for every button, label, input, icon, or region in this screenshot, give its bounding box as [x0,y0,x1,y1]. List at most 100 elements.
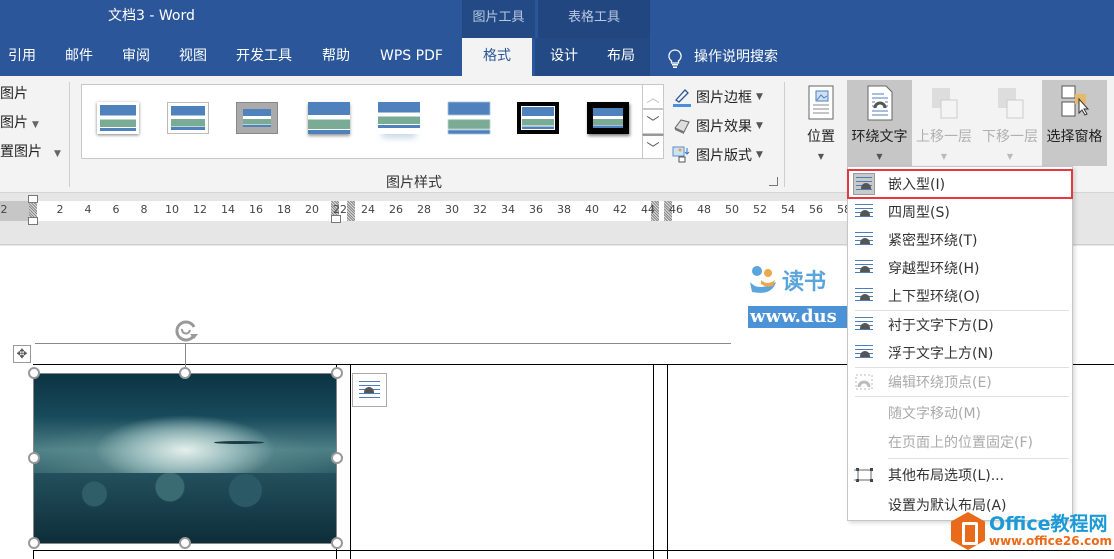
menu-item-tight[interactable]: 紧密型环绕(T) [848,226,1072,254]
selected-image-clouds[interactable] [33,373,337,544]
tab-developer[interactable]: 开发工具 [236,38,292,76]
ruler-number: 16 [249,203,263,216]
reset-picture-button[interactable]: 重置图片 ▼ [0,140,61,169]
resize-handle-top-left[interactable] [28,367,40,379]
image-detail [34,473,336,543]
picture-style-7[interactable] [517,102,559,134]
tab-help[interactable]: 帮助 [322,38,350,76]
layout-options-button[interactable] [352,373,387,407]
menu-item-move-with-text[interactable]: 随文字移动(M) [848,399,1072,427]
menu-item-top-and-bottom[interactable]: 上下型环绕(O) [848,282,1072,310]
picture-style-1[interactable] [97,102,139,134]
tab-references[interactable]: 引用 [8,38,36,76]
position-button[interactable]: 位置 ▼ [801,80,841,166]
table-tools-label: 表格工具 [538,0,650,38]
picture-style-8[interactable] [587,102,629,134]
picture-styles-gallery [81,84,664,159]
resize-handle-bottom-left[interactable] [28,537,40,549]
office-logo-icon [951,512,985,550]
picture-effects-label: 图片效果 [696,118,752,135]
horizontal-ruler[interactable]: 2 2 4 6 8 10 12 14 16 18 20 22 24 26 28 30 32 34 36 38 40 42… [0,201,851,221]
menu-item-inline-with-text[interactable]: 嵌入型(I) [847,169,1073,199]
chevron-down-icon: ▼ [756,149,763,160]
chevron-down-icon: ▼ [32,120,39,130]
blank-icon [853,494,875,516]
picture-style-3[interactable] [236,102,278,134]
gallery-more-button[interactable]: ﹀ [642,134,664,159]
change-picture-button[interactable]: 改图片 ▼ [0,111,61,140]
menu-item-more-layout-options[interactable]: 其他布局选项(L)... [848,461,1072,489]
picture-border-icon [672,87,692,107]
picture-style-4[interactable] [308,102,350,134]
resize-handle-bottom[interactable] [179,537,191,549]
ruler-number: 2 [56,203,64,216]
menu-item-in-front-of-text[interactable]: 浮于文字上方(N) [848,339,1072,367]
resize-handle-right[interactable] [331,452,343,464]
picture-border-label: 图片边框 [696,89,752,106]
tab-wps-pdf[interactable]: WPS PDF [380,38,443,76]
layout-options-icon [359,381,380,399]
picture-style-6[interactable] [448,102,490,134]
tab-view[interactable]: 视图 [179,38,207,76]
ruler-margin: 2 [0,201,30,221]
tab-review[interactable]: 审阅 [122,38,150,76]
selection-pane-button[interactable]: 选择窗格 [1042,80,1107,166]
ruler-number: 56 [809,203,823,216]
tab-design[interactable]: 设计 [550,38,578,76]
move-icon: ✥ [16,346,28,362]
resize-handle-top[interactable] [179,367,191,379]
ruler-number: 54 [781,203,795,216]
column-marker[interactable] [347,201,355,221]
tell-me-search[interactable]: 操作说明搜索 [668,38,778,76]
picture-layout-label: 图片版式 [696,147,752,164]
picture-layout-button[interactable]: 图片版式 ▼ [672,140,763,169]
selection-pane-icon [1060,84,1090,122]
menu-item-behind-text[interactable]: 衬于文字下方(D) [848,311,1072,339]
menu-item-fix-position-on-page[interactable]: 在页面上的位置固定(F) [848,428,1072,456]
picture-effects-button[interactable]: 图片效果 ▼ [672,111,763,140]
tab-layout[interactable]: 布局 [607,38,635,76]
right-indent-marker[interactable] [331,215,341,223]
menu-item-label: 衬于文字下方(D) [888,318,994,334]
picture-border-button[interactable]: 图片边框 ▼ [672,82,763,111]
send-backward-button[interactable]: 下移一层 ▼ [978,80,1042,166]
left-indent-marker[interactable] [28,217,38,225]
menu-item-through[interactable]: 穿越型环绕(H) [848,254,1072,282]
square-wrap-icon [853,201,875,223]
first-line-indent-marker[interactable] [28,195,38,203]
wrap-text-icon [865,84,895,122]
menu-item-edit-wrap-points[interactable]: 编辑环绕顶点(E) [848,368,1072,396]
gallery-scroll-down-button[interactable]: ﹀ [642,109,664,134]
resize-handle-left[interactable] [28,452,40,464]
image-detail [214,441,264,444]
ruler-number: 34 [501,203,515,216]
chevron-up-icon: ︿ [646,91,660,106]
ruler-number: 20 [305,203,319,216]
dushu-watermark: 读书 [748,264,826,296]
ruler-number: 50 [725,203,739,216]
ruler-number: 44 [641,203,655,216]
table-move-handle[interactable]: ✥ [13,345,31,363]
resize-handle-top-right[interactable] [331,367,343,379]
picture-commands: 图片边框 ▼ 图片效果 ▼ 图片版式 ▼ [672,82,763,169]
bring-forward-button[interactable]: 上移一层 ▼ [912,80,976,166]
send-backward-icon [995,84,1025,122]
picture-style-2[interactable] [167,102,209,134]
tab-format[interactable]: 格式 [462,38,532,76]
chevron-down-icon: ﹀ [646,116,660,131]
office26-watermark: Office教程网 www.office26.com [951,512,1112,550]
menu-item-square[interactable]: 四周型(S) [848,198,1072,226]
inline-with-text-icon [853,173,875,195]
office26-brand: Office教程网 [989,513,1108,535]
wrap-text-button[interactable]: 环绕文字 ▼ [847,80,912,166]
dialog-launcher-icon[interactable] [769,177,778,186]
picture-style-5[interactable] [378,102,420,134]
ruler-number: 14 [221,203,235,216]
compress-pictures-button[interactable]: 缩图片 [0,82,61,111]
gallery-scroll-up-button[interactable]: ︿ [642,84,664,109]
dushu-watermark-text: 读书 [782,270,827,295]
tab-mailings[interactable]: 邮件 [65,38,93,76]
resize-handle-bottom-right[interactable] [331,537,343,549]
rotate-handle[interactable] [172,316,202,346]
ruler-number: 52 [753,203,767,216]
